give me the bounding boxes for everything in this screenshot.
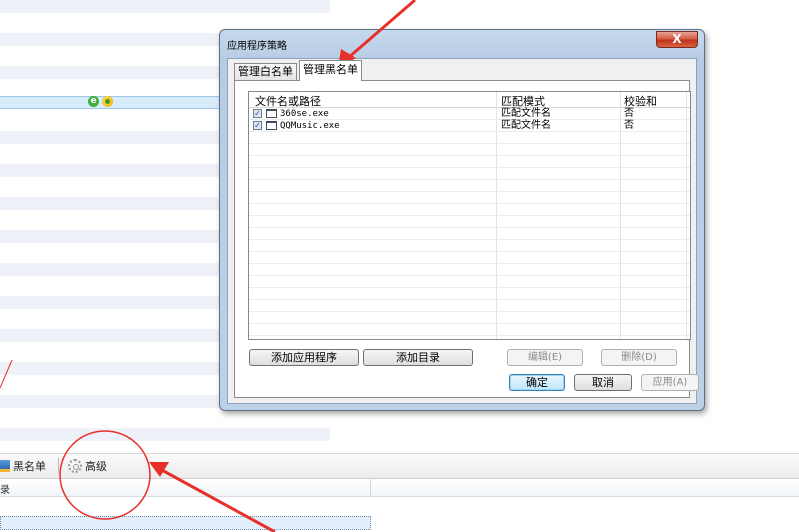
checkbox-icon[interactable]: ✓ xyxy=(253,109,262,118)
column-header-file[interactable]: 文件名或路径 xyxy=(255,93,321,109)
blacklist-label: 黑名单 xyxy=(13,460,46,473)
grid-line xyxy=(249,227,690,228)
column-header-mode[interactable]: 匹配模式 xyxy=(501,93,545,109)
cancel-button[interactable]: 取消 xyxy=(574,374,632,391)
grid-line xyxy=(249,239,690,240)
blacklist-button[interactable]: 黑名单 xyxy=(0,458,46,474)
ball-app-icon xyxy=(102,96,113,107)
close-button[interactable]: X xyxy=(656,31,698,48)
cell-checksum: 否 xyxy=(624,120,634,131)
column-header-checksum[interactable]: 校验和 xyxy=(624,93,657,109)
tab-blacklist[interactable]: 管理黑名单 xyxy=(299,60,362,81)
cell-file: QQMusic.exe xyxy=(280,121,340,131)
grid-line xyxy=(249,323,690,324)
grid-line xyxy=(249,263,690,264)
apply-button[interactable]: 应用(A) xyxy=(641,374,699,391)
table-row[interactable]: ✓ 360se.exe 匹配文件名 否 xyxy=(249,108,690,120)
delete-button[interactable]: 删除(D) xyxy=(601,349,677,366)
gear-icon xyxy=(68,459,82,473)
grid-line xyxy=(249,215,690,216)
bottom-selected-row[interactable] xyxy=(0,516,371,530)
cell-mode: 匹配文件名 xyxy=(501,120,551,131)
grid-line xyxy=(249,311,690,312)
cell-file: 360se.exe xyxy=(280,109,329,119)
toolbar-separator xyxy=(58,458,59,473)
dialog-client-area: 管理白名单 管理黑名单 文件名或路径 匹配模式 校验和 ✓ 360se.exe … xyxy=(227,58,699,404)
grid-line xyxy=(249,299,690,300)
checkbox-icon[interactable]: ✓ xyxy=(253,121,262,130)
cell-mode: 匹配文件名 xyxy=(501,108,551,119)
add-directory-button[interactable]: 添加目录 xyxy=(363,349,473,366)
tab-panel: 文件名或路径 匹配模式 校验和 ✓ 360se.exe 匹配文件名 否 ✓ QQ… xyxy=(234,80,699,398)
grid-line xyxy=(249,203,690,204)
ok-button[interactable]: 确定 xyxy=(509,374,565,391)
app-policy-dialog: 应用程序策略 X 管理白名单 管理黑名单 文件名或路径 匹配模式 校验和 ✓ 3… xyxy=(219,29,705,411)
bottom-header-text: 录 xyxy=(0,485,10,496)
dialog-title: 应用程序策略 xyxy=(227,41,287,52)
tab-whitelist[interactable]: 管理白名单 xyxy=(234,63,297,81)
list-item[interactable] xyxy=(0,428,330,441)
grid-line xyxy=(249,275,690,276)
edit-button[interactable]: 编辑(E) xyxy=(507,349,583,366)
window-exe-icon xyxy=(266,109,277,118)
advanced-button[interactable]: 高级 xyxy=(68,458,107,474)
grid-line xyxy=(249,179,690,180)
column-divider[interactable] xyxy=(370,479,371,496)
blacklist-icon xyxy=(0,460,10,472)
table-row[interactable]: ✓ QQMusic.exe 匹配文件名 否 xyxy=(249,120,690,132)
grid-line xyxy=(249,251,690,252)
grid-line xyxy=(249,287,690,288)
window-exe-icon xyxy=(266,121,277,130)
list-item[interactable] xyxy=(0,0,330,13)
grid-line xyxy=(249,167,690,168)
add-app-button[interactable]: 添加应用程序 xyxy=(249,349,359,366)
grid-line xyxy=(249,155,690,156)
close-icon: X xyxy=(672,32,682,46)
cell-checksum: 否 xyxy=(624,108,634,119)
bottom-toolbar: 黑名单 高级 xyxy=(0,453,799,479)
advanced-label: 高级 xyxy=(85,460,107,473)
grid-line xyxy=(249,143,690,144)
grid-line xyxy=(249,191,690,192)
blacklist-table[interactable]: 文件名或路径 匹配模式 校验和 ✓ 360se.exe 匹配文件名 否 ✓ QQ… xyxy=(248,91,691,340)
table-header: 文件名或路径 匹配模式 校验和 xyxy=(249,92,690,108)
row-icons: e xyxy=(88,96,113,107)
bottom-list-header: 录 xyxy=(0,479,799,497)
grid-line xyxy=(249,335,690,336)
ie-icon: e xyxy=(88,96,99,107)
